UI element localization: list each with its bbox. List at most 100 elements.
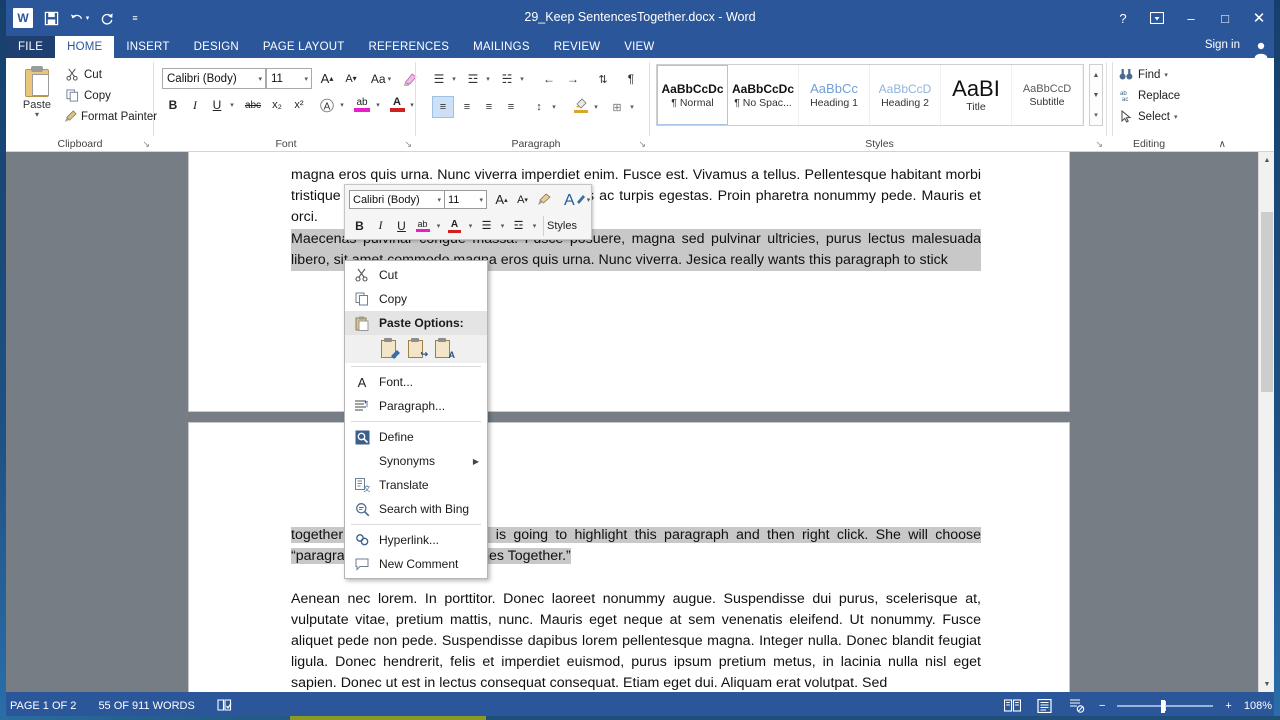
cut-button[interactable]: Cut (64, 64, 152, 85)
mini-font-size-combobox[interactable]: 11 ▾ (445, 190, 487, 209)
paste-dropdown-caret-icon[interactable]: ▾ (14, 111, 60, 119)
help-icon[interactable]: ? (1106, 3, 1140, 33)
bullets-button[interactable]: ☰ (428, 68, 450, 90)
read-mode-button[interactable] (1003, 697, 1023, 715)
zoom-out-button[interactable]: − (1099, 700, 1105, 712)
change-case-button[interactable]: Aa ▾ (366, 68, 396, 89)
mini-numbering-caret-icon[interactable]: ▾ (529, 215, 540, 236)
maximize-icon[interactable]: □ (1208, 3, 1242, 33)
align-center-button[interactable]: ≡ (456, 96, 478, 118)
format-painter-button[interactable]: Format Painter (64, 106, 157, 127)
mini-styles-button[interactable]: A ▾ (562, 189, 592, 210)
subscript-button[interactable]: x₂ (266, 94, 288, 116)
select-caret-icon[interactable]: ▾ (1174, 113, 1178, 121)
context-menu-item-new-comment[interactable]: New Comment (345, 552, 487, 576)
document-canvas[interactable]: magna eros quis urna. Nunc viverra imper… (6, 152, 1274, 692)
mini-underline-button[interactable]: U (391, 215, 412, 236)
style-title[interactable]: AaBI Title (941, 65, 1012, 125)
context-menu-item-paragraph[interactable]: ¶ Paragraph... (345, 394, 487, 418)
mini-highlight-button[interactable]: ab (412, 215, 433, 236)
justify-button[interactable]: ≡ (500, 96, 522, 118)
context-menu-item-search-with-bing[interactable]: Search with Bing (345, 497, 487, 521)
multilevel-list-button[interactable]: ☵ (496, 68, 518, 90)
font-size-caret-icon[interactable]: ▾ (304, 75, 308, 83)
context-menu-item-define[interactable]: Define (345, 425, 487, 449)
style-no-spacing[interactable]: AaBbCcDc ¶ No Spac... (728, 65, 799, 125)
text-effects-caret-icon[interactable]: ▾ (336, 94, 348, 116)
find-button[interactable]: Find ▾ (1118, 64, 1180, 85)
save-icon[interactable] (38, 5, 64, 31)
decrease-indent-button[interactable]: ← (538, 68, 560, 90)
style-heading-1[interactable]: AaBbCc Heading 1 (799, 65, 870, 125)
clear-formatting-button[interactable] (400, 68, 422, 89)
multilevel-caret-icon[interactable]: ▾ (516, 68, 528, 90)
tab-file[interactable]: FILE (6, 36, 56, 58)
sort-button[interactable]: ⇅ (592, 68, 614, 90)
tab-design[interactable]: DESIGN (182, 36, 251, 58)
proofing-status-icon[interactable] (217, 698, 232, 715)
styles-scroll-up-icon[interactable]: ▲ (1090, 65, 1102, 85)
style-subtitle[interactable]: AaBbCcD Subtitle (1012, 65, 1083, 125)
replace-button[interactable]: ab ac Replace (1118, 85, 1180, 106)
keep-text-only-icon[interactable]: A (433, 338, 455, 360)
style-heading-2[interactable]: AaBbCcD Heading 2 (870, 65, 941, 125)
tab-insert[interactable]: INSERT (114, 36, 181, 58)
show-formatting-marks-button[interactable]: ¶ (620, 68, 642, 90)
mini-italic-button[interactable]: I (370, 215, 391, 236)
paste-button[interactable]: Paste ▾ (14, 64, 60, 130)
merge-formatting-icon[interactable]: ↪ (406, 338, 428, 360)
mini-font-size-caret-icon[interactable]: ▾ (479, 196, 483, 204)
account-avatar-icon[interactable] (1250, 38, 1272, 58)
tab-home[interactable]: HOME (55, 36, 115, 58)
scroll-up-icon[interactable]: ▲ (1259, 152, 1274, 168)
text-effects-button[interactable]: A (316, 94, 338, 116)
context-menu-item-hyperlink[interactable]: Hyperlink... (345, 528, 487, 552)
minimize-icon[interactable]: – (1174, 3, 1208, 33)
style-normal[interactable]: AaBbCcDc ¶ Normal (657, 65, 728, 125)
mini-bullets-caret-icon[interactable]: ▾ (497, 215, 508, 236)
zoom-slider[interactable] (1117, 699, 1214, 713)
line-spacing-caret-icon[interactable]: ▾ (548, 96, 560, 118)
collapse-ribbon-icon[interactable]: ∧ (1219, 139, 1226, 150)
numbering-button[interactable]: ☲ (462, 68, 484, 90)
styles-scroll-down-icon[interactable]: ▼ (1090, 85, 1102, 105)
increase-indent-button[interactable]: → (562, 68, 584, 90)
borders-caret-icon[interactable]: ▾ (626, 96, 638, 118)
tab-references[interactable]: REFERENCES (357, 36, 462, 58)
strikethrough-button[interactable]: abc (240, 94, 266, 116)
text-highlight-color-button[interactable]: ab (350, 92, 374, 116)
customize-quick-access-icon[interactable]: ≡ (122, 5, 148, 31)
mini-bold-button[interactable]: B (349, 215, 370, 236)
line-spacing-button[interactable]: ↕ (528, 96, 550, 118)
copy-button[interactable]: Copy (64, 85, 152, 106)
select-button[interactable]: Select ▾ (1118, 106, 1180, 127)
font-size-combobox[interactable]: 11 ▾ (266, 68, 312, 89)
shading-caret-icon[interactable]: ▾ (590, 96, 602, 118)
word-app-icon[interactable]: W (10, 5, 36, 31)
zoom-in-button[interactable]: + (1225, 700, 1231, 712)
mini-styles-label[interactable]: Styles (547, 220, 577, 232)
context-menu-item-cut[interactable]: Cut (345, 263, 487, 287)
font-color-button[interactable]: A (386, 92, 408, 116)
mini-font-color-button[interactable]: A (444, 215, 465, 236)
mini-shrink-font-button[interactable]: A ▾ (512, 189, 533, 210)
tab-review[interactable]: REVIEW (542, 36, 613, 58)
page-indicator[interactable]: PAGE 1 OF 2 (10, 700, 76, 712)
zoom-level-label[interactable]: 108% (1244, 700, 1272, 712)
tab-mailings[interactable]: MAILINGS (461, 36, 542, 58)
zoom-slider-thumb[interactable] (1161, 699, 1166, 713)
align-right-button[interactable]: ≡ (478, 96, 500, 118)
font-name-caret-icon[interactable]: ▾ (258, 75, 262, 83)
ribbon-display-options-icon[interactable] (1140, 3, 1174, 33)
scrollbar-thumb[interactable] (1261, 212, 1273, 392)
grow-font-button[interactable]: A ▴ (316, 68, 338, 89)
undo-icon[interactable]: ▾ (66, 5, 92, 31)
styles-more-icon[interactable]: ▾ (1090, 105, 1102, 125)
mini-font-name-caret-icon[interactable]: ▾ (437, 196, 441, 204)
close-icon[interactable]: ✕ (1242, 3, 1276, 33)
scroll-down-icon[interactable]: ▼ (1259, 676, 1274, 692)
mini-font-name-combobox[interactable]: Calibri (Body) ▾ (349, 190, 445, 209)
shading-button[interactable] (570, 94, 592, 116)
styles-scrollbar[interactable]: ▲ ▼ ▾ (1089, 64, 1103, 126)
numbering-caret-icon[interactable]: ▾ (482, 68, 494, 90)
